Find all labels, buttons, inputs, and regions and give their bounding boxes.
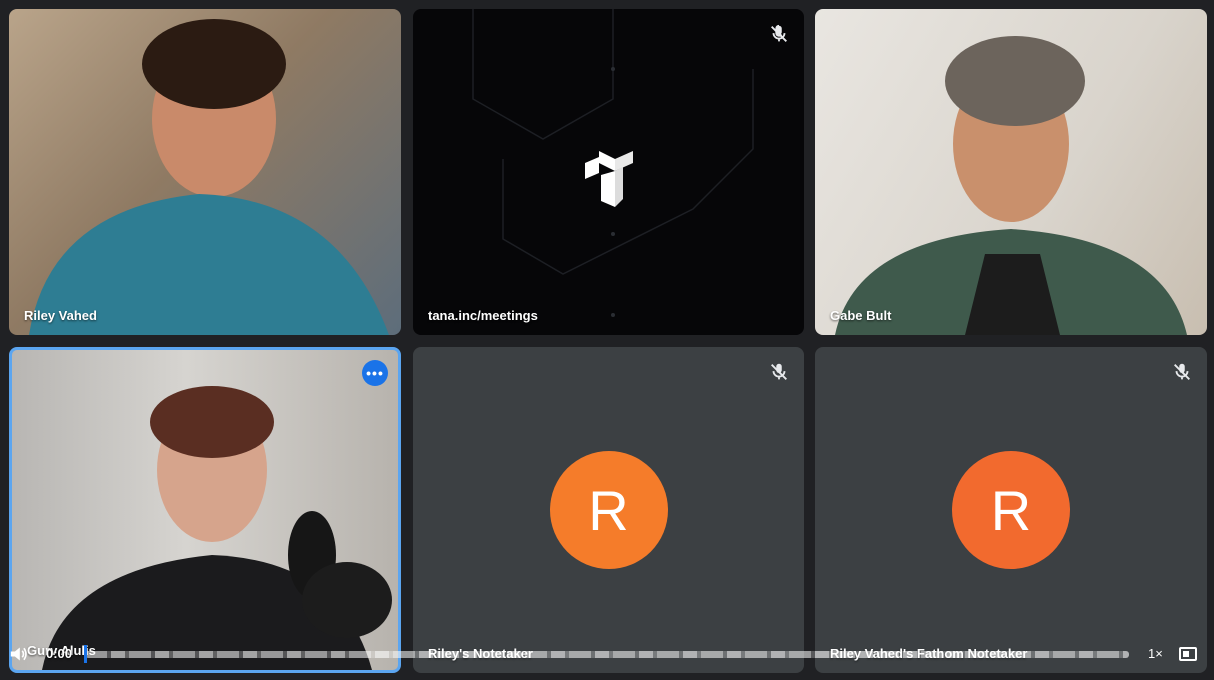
participant-name: tana.inc/meetings	[428, 308, 538, 323]
seek-bar[interactable]	[85, 651, 1129, 658]
participant-name: Riley Vahed	[24, 308, 97, 323]
participant-video	[835, 36, 1187, 335]
participant-tile-tana[interactable]: tana.inc/meetings	[413, 9, 804, 335]
participant-name: Gabe Bult	[830, 308, 892, 323]
playback-speed[interactable]: 1×	[1148, 646, 1163, 661]
participant-tile-rileys-notetaker[interactable]: R Riley's Notetaker	[413, 347, 804, 673]
mic-off-icon	[1174, 363, 1190, 380]
participant-tile-gabe-bult[interactable]: Gabe Bult	[815, 9, 1207, 335]
volume-icon[interactable]	[9, 645, 29, 663]
seek-handle[interactable]	[84, 645, 87, 663]
mic-off-icon	[771, 24, 787, 42]
participant-video	[29, 19, 389, 335]
playback-bar: 0:00 1×	[0, 642, 1214, 666]
avatar: R	[952, 451, 1070, 569]
avatar: R	[549, 451, 668, 569]
picture-in-picture-icon[interactable]	[1179, 647, 1197, 661]
participant-tile-fathom-notetaker[interactable]: R Riley Vahed's Fathom Notetaker	[815, 347, 1207, 673]
tana-logo	[585, 151, 633, 207]
playback-time: 0:00	[46, 646, 73, 661]
participant-tile-riley-vahed[interactable]: Riley Vahed	[9, 9, 401, 335]
mic-off-icon	[771, 363, 787, 380]
participant-tile-gurv-alulis[interactable]: ••• Gurv Alulis	[9, 347, 401, 673]
participant-video	[42, 386, 392, 670]
more-options-icon[interactable]: •••	[362, 360, 388, 386]
